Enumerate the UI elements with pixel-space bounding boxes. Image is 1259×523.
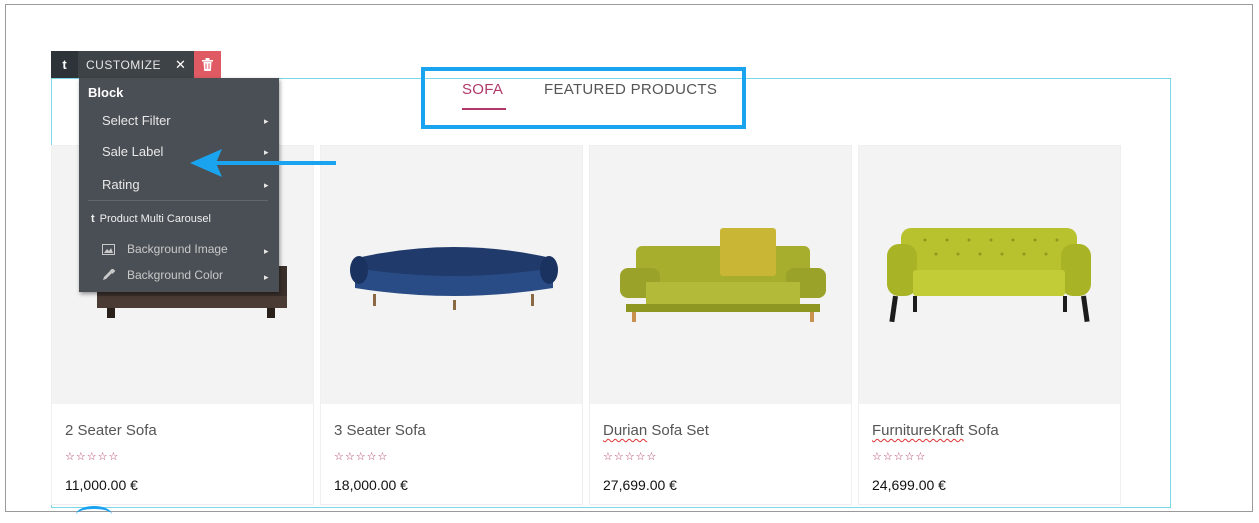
rating-stars: ☆☆☆☆☆ — [334, 451, 389, 463]
active-tab-underline — [462, 108, 506, 110]
tabs-highlight-box — [421, 67, 746, 129]
builder-logo-icon[interactable]: t — [51, 51, 78, 78]
product-card[interactable]: FurnitureKraft Sofa ☆☆☆☆☆ 24,699.00 € — [858, 145, 1121, 505]
chevron-right-icon: ▸ — [264, 246, 269, 256]
builder-logo-icon: t — [91, 213, 95, 225]
product-price: 27,699.00 € — [603, 477, 677, 493]
rating-stars: ☆☆☆☆☆ — [65, 451, 120, 463]
menu-divider — [88, 200, 268, 201]
menu-item-background-image[interactable]: Background Image — [102, 242, 228, 256]
sofa-image-furniturekraft — [887, 228, 1091, 323]
menu-heading: Block — [88, 85, 124, 100]
product-price: 24,699.00 € — [872, 477, 946, 493]
product-name[interactable]: 3 Seater Sofa — [334, 422, 426, 439]
trash-icon — [202, 58, 214, 71]
product-card[interactable]: 3 Seater Sofa ☆☆☆☆☆ 18,000.00 € — [320, 145, 583, 505]
tab-featured-products[interactable]: FEATURED PRODUCTS — [544, 81, 717, 98]
menu-item-label: Background Image — [127, 242, 228, 256]
rating-stars: ☆☆☆☆☆ — [872, 451, 927, 463]
rating-stars: ☆☆☆☆☆ — [603, 451, 658, 463]
customize-button[interactable]: CUSTOMIZE ✕ — [78, 51, 195, 78]
chevron-right-icon: ▸ — [264, 272, 269, 282]
product-name[interactable]: FurnitureKraft Sofa — [872, 422, 999, 439]
product-price: 11,000.00 € — [65, 477, 138, 493]
tab-sofa[interactable]: SOFA — [462, 81, 503, 98]
menu-item-select-filter[interactable]: Select Filter — [102, 113, 272, 128]
menu-item-label: Background Color — [127, 268, 224, 282]
product-image[interactable] — [321, 146, 582, 404]
annotation-arrow-icon — [190, 149, 336, 177]
product-name[interactable]: 2 Seater Sofa — [65, 422, 157, 439]
menu-item-background-color[interactable]: Background Color — [102, 268, 223, 282]
block-toolbar: t CUSTOMIZE ✕ — [51, 51, 222, 78]
delete-button[interactable] — [194, 51, 222, 78]
scroll-indicator — [76, 506, 112, 523]
product-name[interactable]: Durian Sofa Set — [603, 422, 709, 439]
customize-label: CUSTOMIZE — [86, 57, 161, 72]
image-icon — [102, 243, 115, 255]
sofa-image-durian — [620, 228, 826, 322]
product-image[interactable] — [590, 146, 851, 404]
menu-section-title: t Product Multi Carousel — [91, 213, 211, 225]
chevron-right-icon: ▸ — [264, 116, 269, 126]
product-price: 18,000.00 € — [334, 477, 408, 493]
product-card[interactable]: Durian Sofa Set ☆☆☆☆☆ 27,699.00 € — [589, 145, 852, 505]
close-icon[interactable]: ✕ — [175, 57, 186, 73]
customize-menu: Block Select Filter ▸ Sale Label ▸ Ratin… — [79, 78, 279, 292]
eyedropper-icon — [103, 269, 115, 280]
product-image[interactable] — [859, 146, 1120, 404]
sofa-image-3-seater — [350, 247, 558, 310]
